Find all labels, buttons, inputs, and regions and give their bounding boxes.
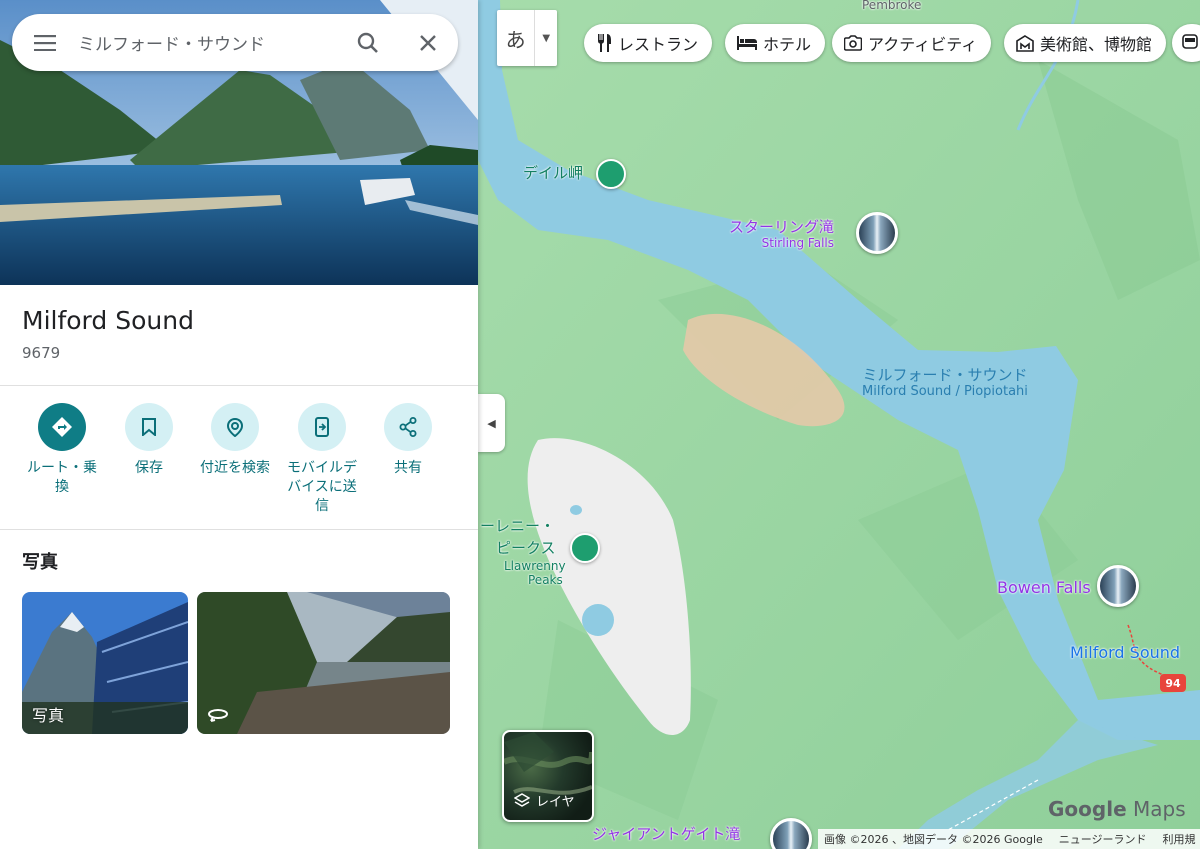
chip-museums[interactable]: 美術館、博物館 [1004,24,1167,62]
map-canvas[interactable]: 94 Pembroke デイル岬 スターリング滝 Stirling Falls … [478,0,1200,849]
nearby-circle [211,403,259,451]
label-stirling-en: Stirling Falls [761,236,835,250]
camera-icon [844,35,862,51]
street-view-image [197,592,450,734]
nearby-label-text: 付近を検索 [200,460,270,476]
label-llawrenny-en1: Llawrenny [504,559,566,573]
layers-text: レイヤ [536,795,575,810]
search-button[interactable] [338,14,398,71]
label-pembroke: Pembroke [862,0,922,12]
share-circle [384,403,432,451]
send-to-phone-circle [298,403,346,451]
chip-activities[interactable]: アクティビティ [832,24,992,62]
label-llawrenny-en2: Peaks [528,573,563,587]
layers-button[interactable]: レイヤ [502,730,594,822]
ime-char: あ [505,27,526,52]
logo-maps: Maps [1133,797,1186,821]
divider [0,385,478,386]
search-box [12,14,458,71]
directions-circle [38,403,86,451]
search-icon [357,32,378,53]
credit-imagery: 画像 ©2026 、地図データ ©2026 Google [824,833,1043,846]
park-pin-icon[interactable] [596,159,626,189]
label-sound-jp: ミルフォード・サウンド [862,366,1028,384]
nearby-button[interactable]: 付近を検索 [192,403,278,478]
label-bowen-falls[interactable]: Bowen Falls [997,579,1091,597]
google-maps-logo: Google Maps [1048,797,1186,821]
save-circle [125,403,173,451]
share-label: 共有 [365,459,451,478]
place-title: Milford Sound [22,306,194,335]
save-label-text: 保存 [135,460,163,476]
label-dale-point[interactable]: デイル岬 [523,164,583,182]
chip-hotel[interactable]: ホテル [725,24,826,62]
label-llawrenny-peaks[interactable]: ーレニー・ ピークス Llawrenny Peaks [480,515,566,587]
chip-restaurant-label: レストラン [618,35,699,54]
place-subtitle: 9679 [22,344,61,362]
send-to-phone-label: モバイルデ バイスに送 信 [279,459,365,516]
bowen-photo-pin-icon[interactable] [1097,565,1139,607]
street-view-thumbnail[interactable] [197,592,450,734]
photos-heading: 写真 [22,552,58,573]
directions-label-text: ルート・乗 換 [27,460,97,495]
input-tools-button[interactable]: あ ▼ [497,10,557,66]
clear-search-button[interactable] [398,14,458,71]
logo-google: Google [1048,797,1127,821]
photo-caption: 写真 [32,706,65,725]
label-stirling-falls[interactable]: スターリング滝 Stirling Falls [729,218,834,250]
mountain-pin-icon[interactable] [570,533,600,563]
collapse-panel-button[interactable]: ◀ [478,394,505,452]
chip-restaurant[interactable]: レストラン [584,24,713,62]
search-input[interactable] [78,27,338,58]
map-credits: 画像 ©2026 、地図データ ©2026 Google ニュージーランド 利用… [818,829,1200,849]
label-stirling-jp: スターリング滝 [729,218,835,236]
menu-button[interactable] [12,34,78,51]
waterfall-photo-pin-icon[interactable] [856,212,898,254]
close-icon [420,34,436,51]
send-to-phone-icon [315,417,329,437]
label-sound-en: Milford Sound / Piopiotahi [862,384,1028,399]
bookmark-icon [142,418,156,436]
send-to-phone-label-text: モバイルデ バイスに送 信 [287,460,357,514]
label-giant-gate-falls[interactable]: ジャイアントゲイト滝 [592,825,740,843]
share-button[interactable]: 共有 [365,403,451,478]
label-llawrenny-jp1: ーレニー・ [480,517,556,535]
divider [0,529,478,530]
label-milford-sound-town[interactable]: Milford Sound [1070,644,1180,662]
share-label-text: 共有 [394,460,422,476]
chip-activities-label: アクティビティ [868,35,978,54]
street-view-caption [207,707,229,726]
hamburger-menu-icon [34,34,56,51]
credit-region[interactable]: ニュージーランド [1059,831,1147,847]
transit-icon [1182,34,1198,49]
street-view-360-icon [208,709,228,722]
chevron-down-icon[interactable]: ▼ [534,10,557,66]
save-button[interactable]: 保存 [106,403,192,478]
label-llawrenny-jp2: ピークス [496,539,556,557]
route-94-shield: 94 [1165,677,1181,690]
layers-label: レイヤ [514,791,575,810]
layers-icon [514,792,530,807]
label-milford-sound-water: ミルフォード・サウンド Milford Sound / Piopiotahi [862,366,1028,400]
museum-icon [1016,34,1034,52]
send-to-phone-button[interactable]: モバイルデ バイスに送 信 [279,403,365,516]
chip-museums-label: 美術館、博物館 [1040,35,1153,54]
nearby-label: 付近を検索 [192,459,278,478]
credit-terms[interactable]: 利用規 [1163,831,1196,847]
save-label: 保存 [106,459,192,478]
directions-label: ルート・乗 換 [19,459,105,497]
chevron-left-icon: ◀ [487,416,496,430]
map-base: 94 [478,0,1200,849]
photo-thumbnail[interactable]: 写真 [22,592,188,734]
nearby-icon [226,417,244,437]
share-icon [399,417,417,437]
hotel-icon [737,36,757,50]
restaurant-icon [598,34,611,52]
hero-photo[interactable] [0,0,478,285]
place-panel: Milford Sound 9679 ルート・乗 換 保存 付近を検索 モバイル… [0,0,478,849]
directions-button[interactable]: ルート・乗 換 [19,403,105,497]
directions-icon [52,417,72,437]
chip-hotel-label: ホテル [763,35,812,54]
